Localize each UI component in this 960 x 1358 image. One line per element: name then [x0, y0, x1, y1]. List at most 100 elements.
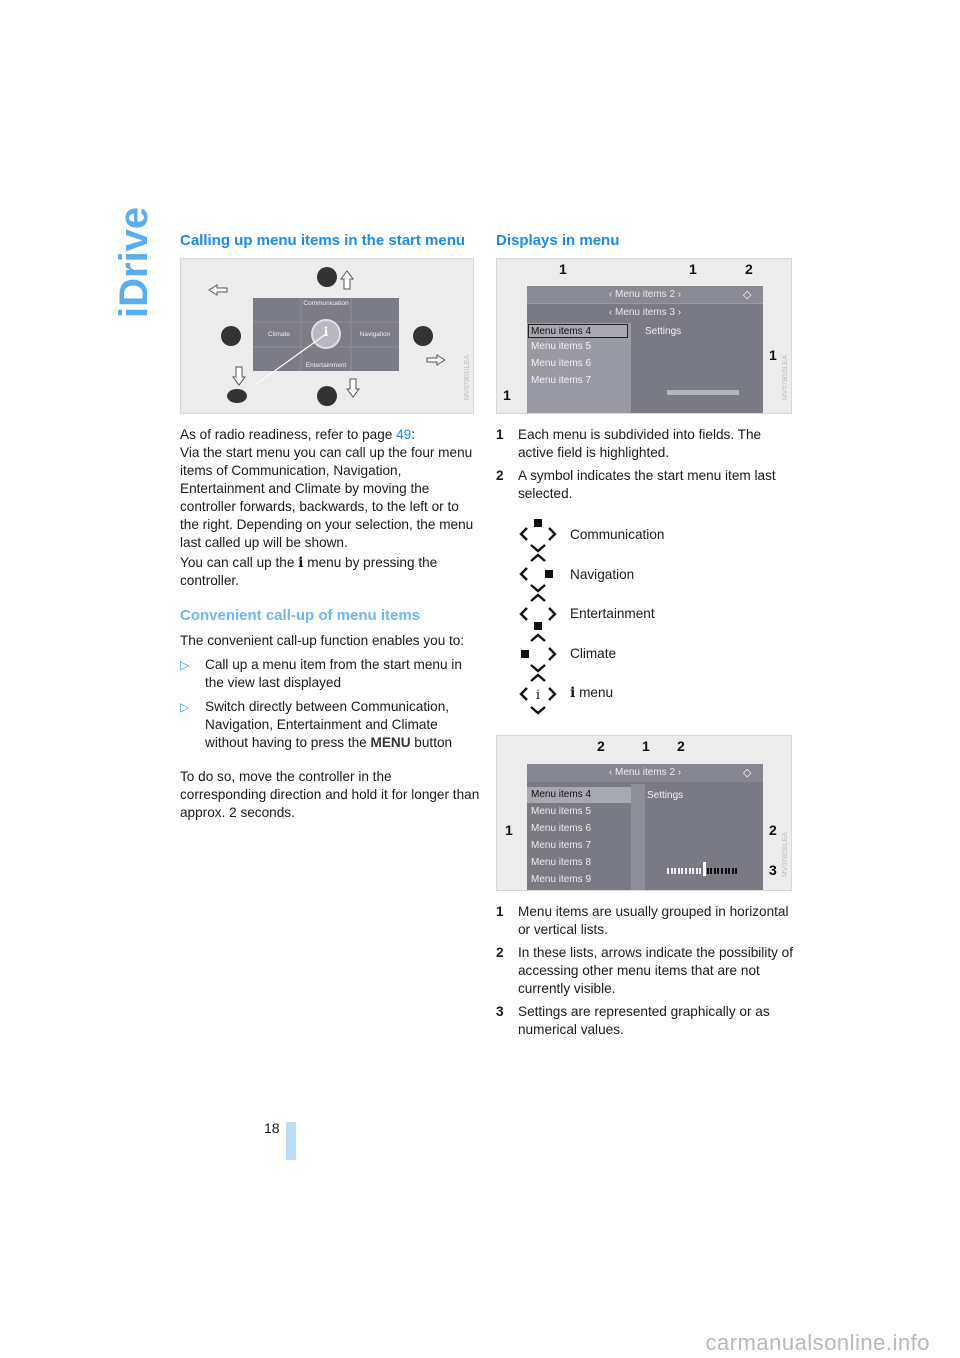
- menu-display-figure: ‹ Menu items 2 › ‹ Menu items 3 › ◇ Menu…: [496, 258, 792, 414]
- slider-tick: [670, 868, 673, 874]
- bullet-item: ▷ Switch directly between Communication,…: [180, 698, 480, 752]
- svg-text:i: i: [536, 688, 540, 703]
- controller-bottom: [317, 386, 337, 406]
- list-scrollbar[interactable]: [631, 784, 645, 890]
- symbol-label-navigation: Navigation: [570, 567, 635, 582]
- callout-1: 1: [505, 822, 513, 838]
- fields-legend: 1 Each menu is subdivided into fields. Th…: [496, 426, 796, 508]
- communication-symbol-icon: [519, 519, 557, 553]
- controller-top: [317, 267, 337, 287]
- menu-list-item[interactable]: Menu items 5: [531, 806, 591, 817]
- legend-item: 2 A symbol indicates the start menu item …: [496, 467, 796, 503]
- slider-marker[interactable]: [703, 862, 706, 876]
- symbol-label-entertainment: Entertainment: [570, 606, 655, 621]
- slider-tick: [728, 868, 731, 874]
- bullet-marker-icon: ▷: [180, 658, 190, 672]
- menu-list-item[interactable]: Menu items 9: [531, 874, 591, 885]
- slider-tick: [735, 868, 738, 874]
- menu-list-item[interactable]: Menu items 6: [531, 358, 591, 369]
- setting-slider[interactable]: [667, 862, 739, 876]
- controller-right: [413, 326, 433, 346]
- legend-text: A symbol indicates the start menu item l…: [518, 468, 776, 501]
- i-menu-text: menu: [575, 685, 614, 700]
- bullet-text: Switch directly between Communication, N…: [205, 698, 480, 752]
- menu-screen: ‹ Menu items 2 › ‹ Menu items 3 › ◇ Menu…: [527, 286, 763, 413]
- menu-list-item[interactable]: Menu items 5: [531, 341, 591, 352]
- menu-lists-figure: ‹ Menu items 2 › ◇ Menu items 4 Menu ite…: [496, 735, 792, 891]
- para1-suffix: :: [411, 427, 416, 442]
- menu-list-item[interactable]: Menu items 6: [531, 823, 591, 834]
- slider-tick: [667, 868, 669, 874]
- convenient-bullets: ▷ Call up a menu item from the start men…: [180, 650, 480, 752]
- menu-row-2-label: ‹ Menu items 3 ›: [608, 307, 682, 318]
- start-menu-symbol-icon: ◇: [743, 289, 752, 301]
- slider-tick: [699, 868, 702, 874]
- entertainment-symbol-icon: [519, 593, 557, 630]
- controller-press: [227, 389, 247, 403]
- menu-list-item-active[interactable]: Menu items 4: [528, 324, 628, 338]
- legend-text: Menu items are usually grouped in horizo…: [518, 904, 789, 937]
- legend-text: In these lists, arrows indicate the poss…: [518, 945, 794, 996]
- page-marker-bar: [286, 1122, 296, 1160]
- page-link-49[interactable]: 49: [396, 427, 411, 442]
- legend-item: 2 In these lists, arrows indicate the pos…: [496, 944, 796, 998]
- legend-item: 3 Settings are represented graphically or…: [496, 1003, 796, 1039]
- callout-2: 2: [597, 738, 605, 754]
- legend-text: Settings are represented graphically or …: [518, 1004, 770, 1037]
- start-label-climate: Climate: [267, 331, 291, 338]
- callout-1: 1: [559, 261, 567, 277]
- menu-list-item-active[interactable]: Menu items 4: [531, 789, 591, 800]
- slider-tick: [692, 868, 695, 874]
- lists-legend: 1 Menu items are usually grouped in horiz…: [496, 903, 796, 1044]
- callout-1: 1: [642, 738, 650, 754]
- heading-start-menu: Calling up menu items in the start menu: [180, 232, 466, 249]
- figure-code: MV07803ILEA: [782, 832, 789, 878]
- menu-lists-screen: ‹ Menu items 2 › ◇ Menu items 4 Menu ite…: [527, 764, 763, 890]
- menu-list-item[interactable]: Menu items 7: [531, 840, 591, 851]
- legend-number: 2: [496, 945, 504, 960]
- hold-controller-paragraph: To do so, move the controller in the cor…: [180, 769, 480, 820]
- callout-2: 2: [677, 738, 685, 754]
- legend-text: Each menu is subdivided into fields. The…: [518, 427, 762, 460]
- arrow-press-icon: [232, 366, 246, 386]
- start-label-communication: Communication: [303, 300, 349, 307]
- section-side-title: iDrive: [112, 207, 156, 326]
- legend-number: 2: [496, 468, 504, 483]
- heading-displays-in-menu: Displays in menu: [496, 232, 620, 249]
- watermark-footer: carmanualsonline.info: [705, 1330, 930, 1355]
- slider-tick: [685, 868, 687, 874]
- symbol-label-climate: Climate: [570, 646, 617, 661]
- figure-code: MV07801ILEA: [464, 355, 471, 401]
- legend-item: 1 Menu items are usually grouped in horiz…: [496, 903, 796, 939]
- settings-field-label: Settings: [647, 790, 684, 801]
- i-menu-paragraph: You can call up the i menu by pressing t…: [180, 554, 480, 590]
- slider-tick: [677, 868, 680, 874]
- climate-symbol-icon: [521, 633, 557, 673]
- settings-slider[interactable]: [667, 390, 739, 395]
- legend-item: 1 Each menu is subdivided into fields. Th…: [496, 426, 796, 462]
- symbol-label-i-menu: i menu: [570, 685, 613, 701]
- radio-readiness-paragraph: As of radio readiness, refer to page 49:: [180, 426, 480, 444]
- menu-row-1-label: ‹ Menu items 2 ›: [608, 289, 682, 300]
- callout-2: 2: [769, 822, 777, 838]
- start-menu-paragraph: Via the start menu you can call up the f…: [180, 445, 474, 550]
- callout-3: 3: [769, 862, 777, 878]
- menu-list-item[interactable]: Menu items 8: [531, 857, 591, 868]
- callout-1: 1: [503, 387, 511, 403]
- bullet-text: Call up a menu item from the start menu …: [205, 657, 462, 690]
- menu-list-item[interactable]: Menu items 7: [531, 375, 591, 386]
- slider-tick: [724, 868, 727, 874]
- controller-left: [221, 326, 241, 346]
- slider-tick: [731, 868, 734, 874]
- arrow-left-icon: [208, 284, 228, 296]
- legend-number: 1: [496, 427, 504, 442]
- slider-tick: [688, 868, 691, 874]
- legend-number: 1: [496, 904, 504, 919]
- slider-tick: [706, 868, 709, 874]
- start-menu-symbols: i: [519, 519, 557, 715]
- callout-2: 2: [745, 261, 753, 277]
- menu-header-label: ‹ Menu items 2 ›: [608, 767, 682, 778]
- slider-tick: [695, 868, 698, 874]
- navigation-symbol-icon: [519, 553, 553, 593]
- i-menu-symbol-icon: i: [519, 673, 557, 715]
